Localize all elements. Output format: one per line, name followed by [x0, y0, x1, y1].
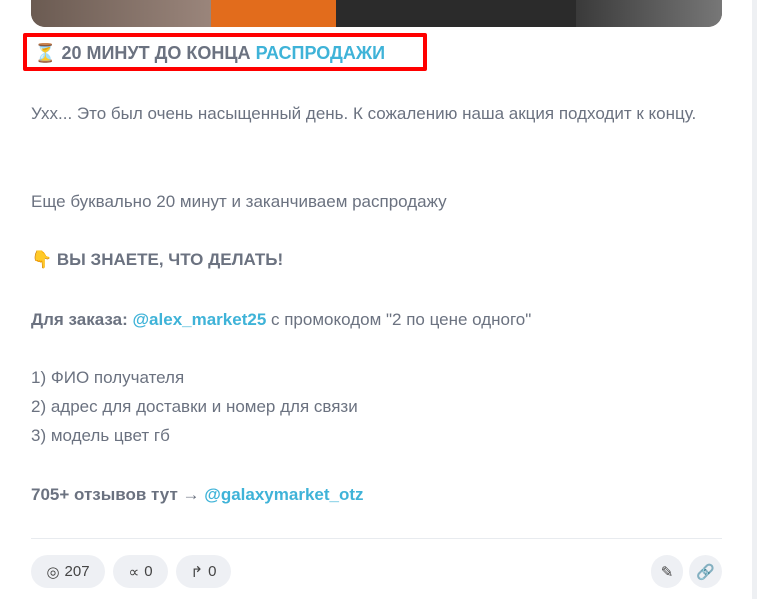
paragraph-1: Ухх... Это был очень насыщенный день. К …	[31, 104, 697, 123]
link-icon: 🔗	[696, 563, 715, 581]
list-item: 3) модель цвет гб	[31, 426, 170, 445]
scrollbar[interactable]	[752, 0, 757, 599]
views-button[interactable]: ◎ 207	[31, 555, 105, 588]
reviews-line: 705+ отзывов тут → @galaxymarket_otz	[31, 480, 721, 509]
link-button[interactable]: 🔗	[689, 555, 722, 588]
order-label: Для заказа:	[31, 310, 128, 329]
eye-icon: ◎	[46, 563, 60, 581]
divider	[31, 538, 722, 539]
reviews-text: 705+ отзывов тут →	[31, 485, 200, 504]
order-link[interactable]: @alex_market25	[132, 310, 266, 329]
share-icon: ∝	[128, 563, 140, 581]
forward-icon: ↱	[190, 563, 204, 581]
order-rest: с промокодом "2 по цене одного"	[266, 310, 532, 329]
post-title: ⏳ 20 МИНУТ ДО КОНЦА РАСПРОДАЖИ	[34, 43, 385, 64]
shares-button[interactable]: ∝ 0	[113, 555, 168, 588]
pointing-down-icon: 👇	[31, 250, 53, 269]
paragraph-2: Еще буквально 20 минут и заканчиваем рас…	[31, 192, 447, 211]
reviews-link[interactable]: @galaxymarket_otz	[204, 485, 363, 504]
post-image	[31, 0, 722, 27]
call-text: ВЫ ЗНАЕТЕ, ЧТО ДЕЛАТЬ!	[56, 250, 284, 269]
edit-button[interactable]: ✎	[651, 555, 683, 588]
pencil-icon: ✎	[660, 563, 674, 581]
shares-count: 0	[144, 563, 153, 580]
title-text: 20 МИНУТ ДО КОНЦА	[61, 43, 251, 63]
hourglass-icon: ⏳	[34, 43, 57, 63]
list-item: 2) адрес для доставки и номер для связи	[31, 397, 358, 416]
list: 1) ФИО получателя 2) адрес для доставки …	[31, 363, 721, 450]
list-item: 1) ФИО получателя	[31, 368, 185, 387]
forwards-count: 0	[208, 563, 217, 580]
order-line: Для заказа: @alex_market25 с промокодом …	[31, 305, 721, 334]
title-highlight: РАСПРОДАЖИ	[255, 43, 386, 63]
forwards-button[interactable]: ↱ 0	[176, 555, 231, 588]
paragraph-3: 👇 ВЫ ЗНАЕТЕ, ЧТО ДЕЛАТЬ!	[31, 245, 721, 274]
views-count: 207	[64, 563, 90, 580]
